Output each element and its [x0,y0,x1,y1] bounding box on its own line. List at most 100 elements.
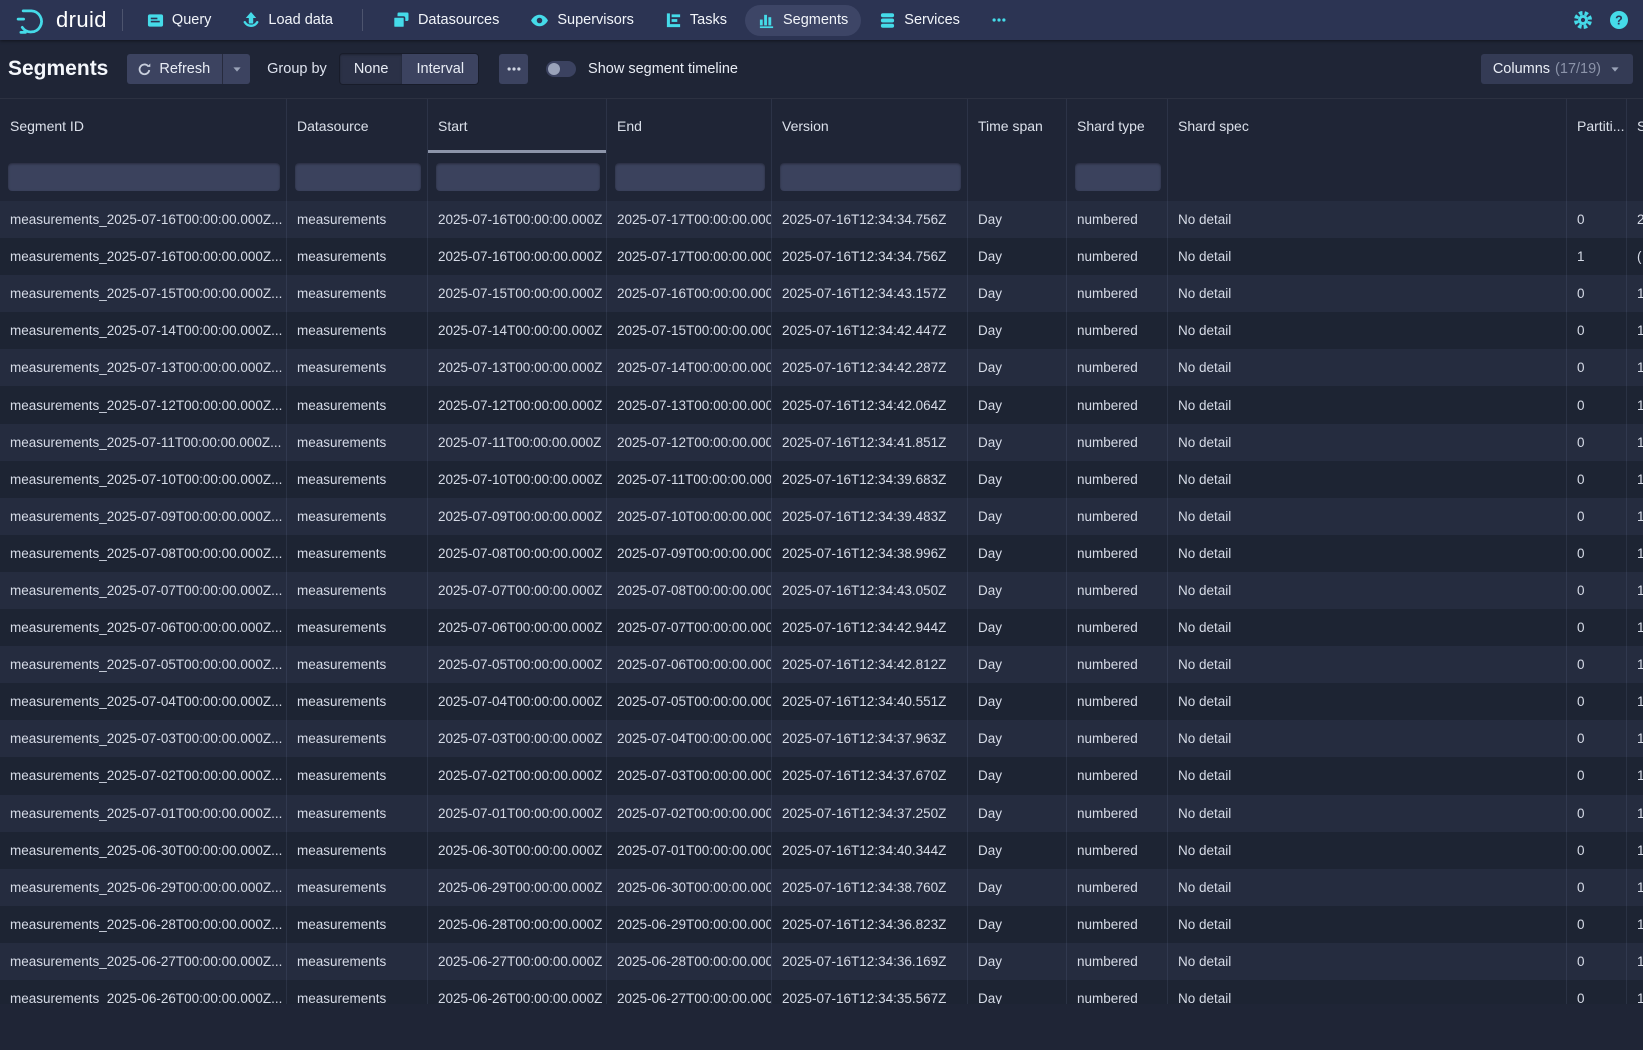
filter-input-version[interactable] [780,163,961,191]
cell-partition[interactable]: 0 [1567,943,1627,980]
cell-time_span[interactable]: Day [968,906,1067,943]
cell-shard_type[interactable]: numbered [1067,424,1168,461]
cell-shard_spec[interactable]: No detail [1168,461,1567,498]
cell-version[interactable]: 2025-07-16T12:34:41.851Z [772,424,968,461]
cell-start[interactable]: 2025-07-09T00:00:00.000Z [428,498,607,535]
cell-shard_type[interactable]: numbered [1067,275,1168,312]
cell-size[interactable]: 1 [1627,943,1643,980]
cell-version[interactable]: 2025-07-16T12:34:39.683Z [772,461,968,498]
cell-time_span[interactable]: Day [968,572,1067,609]
cell-datasource[interactable]: measurements [287,535,428,572]
cell-size[interactable]: 1 [1627,869,1643,906]
nav-item-services[interactable]: Services [866,5,973,36]
cell-shard_type[interactable]: numbered [1067,906,1168,943]
cell-shard_type[interactable]: numbered [1067,683,1168,720]
cell-segment_id[interactable]: measurements_2025-07-14T00:00:00.000Z... [0,312,287,349]
cell-time_span[interactable]: Day [968,943,1067,980]
cell-time_span[interactable]: Day [968,349,1067,386]
cell-size[interactable]: 1 [1627,980,1643,1004]
cell-version[interactable]: 2025-07-16T12:34:39.483Z [772,498,968,535]
cell-size[interactable]: 1 [1627,386,1643,423]
cell-size[interactable]: 1 [1627,720,1643,757]
cell-shard_spec[interactable]: No detail [1168,943,1567,980]
cell-datasource[interactable]: measurements [287,683,428,720]
cell-partition[interactable]: 0 [1567,535,1627,572]
cell-shard_spec[interactable]: No detail [1168,757,1567,794]
nav-item-load-data[interactable]: Load data [229,4,346,36]
cell-shard_spec[interactable]: No detail [1168,683,1567,720]
cell-segment_id[interactable]: measurements_2025-07-16T00:00:00.000Z... [0,201,287,238]
cell-end[interactable]: 2025-07-17T00:00:00.000Z [607,238,772,275]
cell-start[interactable]: 2025-07-05T00:00:00.000Z [428,646,607,683]
cell-shard_type[interactable]: numbered [1067,980,1168,1004]
cell-time_span[interactable]: Day [968,795,1067,832]
cell-datasource[interactable]: measurements [287,609,428,646]
cell-end[interactable]: 2025-07-09T00:00:00.000Z [607,535,772,572]
cell-shard_spec[interactable]: No detail [1168,906,1567,943]
cell-partition[interactable]: 0 [1567,757,1627,794]
cell-datasource[interactable]: measurements [287,498,428,535]
cell-version[interactable]: 2025-07-16T12:34:37.250Z [772,795,968,832]
cell-partition[interactable]: 0 [1567,572,1627,609]
cell-size[interactable]: 1 [1627,906,1643,943]
cell-size[interactable]: ( [1627,238,1643,275]
cell-version[interactable]: 2025-07-16T12:34:42.447Z [772,312,968,349]
cell-datasource[interactable]: measurements [287,943,428,980]
cell-segment_id[interactable]: measurements_2025-07-11T00:00:00.000Z... [0,424,287,461]
cell-size[interactable]: 1 [1627,461,1643,498]
cell-end[interactable]: 2025-07-11T00:00:00.000Z [607,461,772,498]
cell-end[interactable]: 2025-07-16T00:00:00.000Z [607,275,772,312]
cell-time_span[interactable]: Day [968,683,1067,720]
cell-version[interactable]: 2025-07-16T12:34:43.157Z [772,275,968,312]
cell-shard_type[interactable]: numbered [1067,757,1168,794]
cell-start[interactable]: 2025-06-29T00:00:00.000Z [428,869,607,906]
column-header-shard_spec[interactable]: Shard spec [1168,99,1567,153]
cell-partition[interactable]: 0 [1567,424,1627,461]
cell-size[interactable]: 1 [1627,646,1643,683]
cell-shard_type[interactable]: numbered [1067,720,1168,757]
column-header-size[interactable]: Size [1627,99,1643,153]
cell-segment_id[interactable]: measurements_2025-06-29T00:00:00.000Z... [0,869,287,906]
cell-start[interactable]: 2025-06-27T00:00:00.000Z [428,943,607,980]
cell-datasource[interactable]: measurements [287,461,428,498]
cell-datasource[interactable]: measurements [287,646,428,683]
cell-end[interactable]: 2025-07-10T00:00:00.000Z [607,498,772,535]
cell-end[interactable]: 2025-07-17T00:00:00.000Z [607,201,772,238]
cell-size[interactable]: 1 [1627,312,1643,349]
cell-version[interactable]: 2025-07-16T12:34:43.050Z [772,572,968,609]
cell-start[interactable]: 2025-06-28T00:00:00.000Z [428,906,607,943]
cell-start[interactable]: 2025-07-15T00:00:00.000Z [428,275,607,312]
cell-time_span[interactable]: Day [968,238,1067,275]
refresh-caret-button[interactable] [222,54,250,84]
cell-start[interactable]: 2025-07-13T00:00:00.000Z [428,349,607,386]
cell-datasource[interactable]: measurements [287,906,428,943]
cell-datasource[interactable]: measurements [287,312,428,349]
cell-shard_spec[interactable]: No detail [1168,386,1567,423]
cell-partition[interactable]: 0 [1567,832,1627,869]
cell-size[interactable]: 1 [1627,609,1643,646]
filter-input-shard_type[interactable] [1075,163,1161,191]
cell-segment_id[interactable]: measurements_2025-07-12T00:00:00.000Z... [0,386,287,423]
cell-version[interactable]: 2025-07-16T12:34:34.756Z [772,201,968,238]
cell-start[interactable]: 2025-07-12T00:00:00.000Z [428,386,607,423]
cell-partition[interactable]: 0 [1567,498,1627,535]
cell-partition[interactable]: 0 [1567,906,1627,943]
cell-version[interactable]: 2025-07-16T12:34:36.823Z [772,906,968,943]
cell-shard_spec[interactable]: No detail [1168,535,1567,572]
cell-end[interactable]: 2025-06-27T00:00:00.000Z [607,980,772,1004]
cell-shard_spec[interactable]: No detail [1168,646,1567,683]
cell-start[interactable]: 2025-07-11T00:00:00.000Z [428,424,607,461]
cell-shard_spec[interactable]: No detail [1168,424,1567,461]
cell-size[interactable]: 1 [1627,572,1643,609]
column-header-start[interactable]: Start [428,99,607,153]
group-by-none-button[interactable]: None [340,54,403,84]
cell-end[interactable]: 2025-07-12T00:00:00.000Z [607,424,772,461]
cell-segment_id[interactable]: measurements_2025-06-26T00:00:00.000Z... [0,980,287,1004]
cell-version[interactable]: 2025-07-16T12:34:42.812Z [772,646,968,683]
cell-start[interactable]: 2025-07-06T00:00:00.000Z [428,609,607,646]
filter-input-start[interactable] [436,163,600,191]
group-by-interval-button[interactable]: Interval [402,54,478,84]
show-segment-timeline-toggle[interactable] [546,61,576,77]
cell-datasource[interactable]: measurements [287,980,428,1004]
cell-partition[interactable]: 0 [1567,461,1627,498]
